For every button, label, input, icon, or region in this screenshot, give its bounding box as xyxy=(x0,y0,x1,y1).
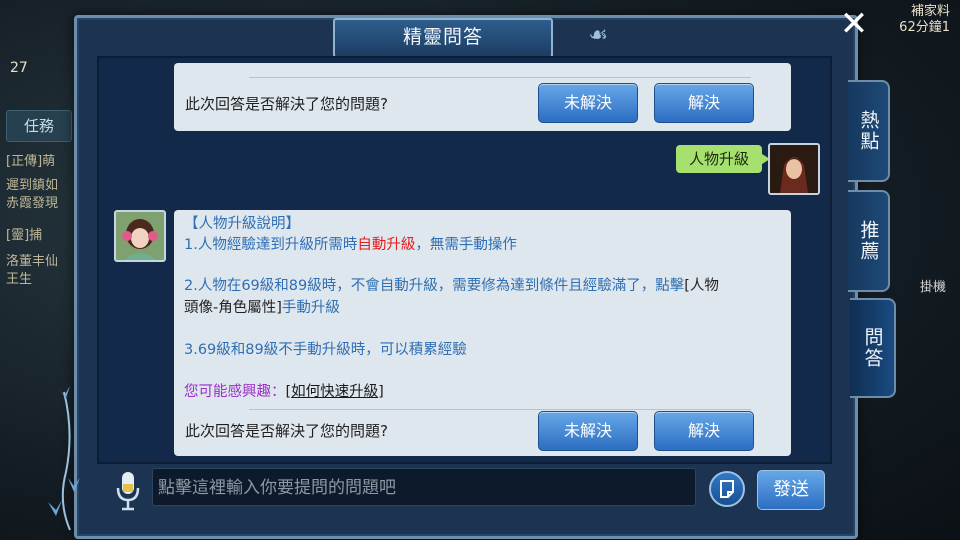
user-message-bubble: 人物升級 xyxy=(676,145,770,173)
answer-line-2-bracket: [人物 xyxy=(684,278,719,294)
microphone-icon[interactable] xyxy=(112,470,144,512)
background-level-number: 27 xyxy=(10,60,28,76)
background-quest-line: 遲到鎮如 xyxy=(6,178,59,193)
user-portrait-icon xyxy=(770,145,818,193)
resolved-button[interactable]: 解決 xyxy=(654,411,754,451)
background-right-line: 62分鐘1 xyxy=(899,20,950,35)
divider xyxy=(249,409,751,410)
answer-card: 【人物升級說明】 1.人物經驗達到升級所需時自動升級，無需手動操作 2.人物在6… xyxy=(174,210,791,456)
chat-area[interactable]: 此次回答是否解決了您的問題? 未解決 解決 人物升級 【人物升級說明】 1.人物… xyxy=(97,56,832,464)
background-quest-line: 洛董丰仙 xyxy=(6,254,59,269)
assistant-portrait-icon xyxy=(116,212,164,260)
dialog-title: 精靈問答 xyxy=(333,18,553,58)
unresolved-button[interactable]: 未解決 xyxy=(538,411,638,451)
answer-line-1: 1.人物經驗達到升級所需時自動升級，無需手動操作 xyxy=(184,235,517,255)
answer-line-2-part2: 頭像-角色屬性] xyxy=(184,300,282,316)
background-right-line: 補家料 xyxy=(910,4,950,19)
feedback-card-top: 此次回答是否解決了您的問題? 未解決 解決 xyxy=(174,63,791,131)
close-icon[interactable]: ✕ xyxy=(836,6,872,42)
assistant-avatar xyxy=(114,210,166,262)
background-quest-line: 赤霞發現 xyxy=(6,196,59,211)
note-icon[interactable] xyxy=(709,471,745,507)
interest-row: 您可能感興趣：[如何快速升級] xyxy=(184,382,384,402)
background-auto-play-label: 掛機 xyxy=(919,280,946,295)
interest-label: 您可能感興趣： xyxy=(184,384,286,400)
answer-line-2-suffix: 手動升級 xyxy=(281,300,340,316)
answer-line-2: 2.人物在69級和89級時，不會自動升級，需要修為達到條件且經驗滿了，點擊[人物 xyxy=(184,276,780,296)
answer-title: 【人物升級說明】 xyxy=(184,216,300,232)
feedback-question: 此次回答是否解決了您的問題? xyxy=(185,422,388,440)
answer-line-2-part1: 2.人物在69級和89級時，不會自動升級，需要修為達到條件且經驗滿了，點擊 xyxy=(184,278,685,294)
question-input[interactable]: 點擊這裡輸入你要提問的問題吧 xyxy=(152,468,696,506)
resolved-button[interactable]: 解決 xyxy=(654,83,754,123)
feedback-question: 此次回答是否解決了您的問題? xyxy=(185,95,388,113)
background-quest-line: [正傳]萌 xyxy=(6,154,56,169)
background-quest-line: 王生 xyxy=(6,272,33,287)
tab-hot[interactable]: 熱點 xyxy=(848,80,890,182)
answer-line-2b: 頭像-角色屬性]手動升級 xyxy=(184,298,340,318)
answer-line-3: 3.69級和89級不手動升級時，可以積累經驗 xyxy=(184,342,467,358)
answer-line-1-prefix: 1.人物經驗達到升級所需時 xyxy=(184,237,358,253)
microphone-glyph xyxy=(116,472,140,511)
tab-qa[interactable]: 問答 xyxy=(850,298,896,398)
user-avatar xyxy=(768,143,820,195)
bracket-close: ] xyxy=(378,384,384,400)
background-right-info: 補家料 62分鐘1 xyxy=(899,4,950,36)
send-button[interactable]: 發送 xyxy=(757,470,825,510)
note-glyph xyxy=(720,480,734,498)
title-right-ornament-icon: ☙ xyxy=(588,23,608,48)
answer-line-1-highlight: 自動升級 xyxy=(357,237,416,253)
interest-link[interactable]: 如何快速升級 xyxy=(291,384,378,400)
background-task-tab: 任務 xyxy=(6,110,72,142)
background-quest-line: [靈]捕 xyxy=(6,228,43,243)
unresolved-button[interactable]: 未解決 xyxy=(538,83,638,123)
tab-recommend[interactable]: 推薦 xyxy=(848,190,890,292)
butterfly-vine-icon xyxy=(48,386,80,531)
divider xyxy=(249,77,751,78)
answer-line-1-suffix: ，無需手動操作 xyxy=(415,237,517,253)
